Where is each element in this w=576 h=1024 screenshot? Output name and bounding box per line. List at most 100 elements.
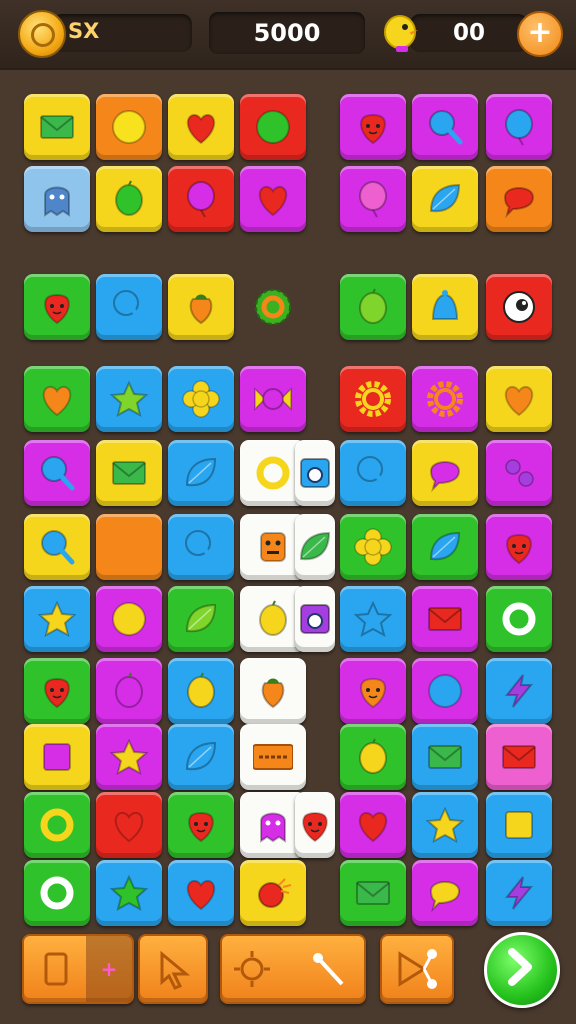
board-tile[interactable]: [168, 166, 234, 232]
board-tile[interactable]: [168, 514, 234, 580]
board-tile[interactable]: [96, 440, 162, 506]
board-tile[interactable]: [168, 658, 234, 724]
board-tile[interactable]: [96, 792, 162, 858]
lollipop-icon: [41, 456, 75, 491]
board-tile[interactable]: [486, 166, 552, 232]
bolt-icon: [504, 674, 534, 708]
chevron-right-icon: [508, 948, 532, 986]
board-tile[interactable]: [340, 724, 406, 790]
board-tile[interactable]: [412, 440, 478, 506]
heart-icon: [258, 185, 288, 217]
ghost-icon: [44, 186, 70, 217]
board-tile[interactable]: [240, 274, 306, 340]
board-tile[interactable]: [412, 166, 478, 232]
board-tile[interactable]: [340, 274, 406, 340]
board-tile[interactable]: [412, 366, 478, 432]
board-tile[interactable]: [486, 274, 552, 340]
board-tile[interactable]: [412, 860, 478, 926]
board-tile[interactable]: [412, 514, 478, 580]
board-tile[interactable]: [412, 586, 478, 652]
board-tile[interactable]: [486, 658, 552, 724]
lollipop-icon: [41, 530, 75, 565]
board-tile[interactable]: [24, 586, 90, 652]
board-tile[interactable]: [486, 724, 552, 790]
board-tile[interactable]: [486, 366, 552, 432]
board-tile[interactable]: [96, 724, 162, 790]
board-tile[interactable]: [240, 366, 306, 432]
board-tile[interactable]: [168, 440, 234, 506]
board-tile[interactable]: [240, 166, 306, 232]
board-tile[interactable]: [96, 658, 162, 724]
board-tile[interactable]: [240, 724, 306, 790]
board-tile[interactable]: [412, 724, 478, 790]
board-tile[interactable]: [24, 166, 90, 232]
sparkle-booster-button[interactable]: [220, 934, 366, 1004]
board-tile[interactable]: [168, 94, 234, 160]
ring-icon: [40, 808, 74, 842]
board-tile[interactable]: [340, 440, 406, 506]
leaf-icon: [429, 183, 461, 213]
board-tile[interactable]: [96, 514, 162, 580]
board-tile[interactable]: [24, 94, 90, 160]
coin-icon[interactable]: [18, 10, 66, 58]
board-tile[interactable]: [412, 792, 478, 858]
board-tile[interactable]: [24, 366, 90, 432]
board-tile[interactable]: [168, 860, 234, 926]
board-tile[interactable]: [24, 658, 90, 724]
leaf-icon: [299, 531, 331, 561]
board-tile[interactable]: [168, 792, 234, 858]
star-icon: [37, 600, 77, 637]
board-tile[interactable]: [340, 792, 406, 858]
cursor-booster-button[interactable]: [138, 934, 208, 1004]
envelope-icon: [40, 115, 74, 139]
board-tile[interactable]: [340, 860, 406, 926]
board-tile[interactable]: [168, 366, 234, 432]
board-tile[interactable]: [24, 440, 90, 506]
board-tile[interactable]: [24, 792, 90, 858]
board-tile[interactable]: [240, 860, 306, 926]
play-next-button[interactable]: [484, 932, 560, 1008]
board-tile[interactable]: [340, 514, 406, 580]
board-tile[interactable]: [168, 274, 234, 340]
board-tile[interactable]: [486, 94, 552, 160]
board-tile[interactable]: [486, 792, 552, 858]
add-lives-button[interactable]: +: [517, 11, 563, 57]
envelope-icon: [356, 881, 390, 905]
heart-icon: [186, 113, 216, 145]
board-tile[interactable]: [168, 724, 234, 790]
board-tile[interactable]: [486, 514, 552, 580]
board-tile[interactable]: [24, 514, 90, 580]
board-tile[interactable]: [24, 274, 90, 340]
board-tile[interactable]: [295, 792, 335, 858]
board-tile[interactable]: [340, 366, 406, 432]
board-tile[interactable]: [24, 724, 90, 790]
board-tile[interactable]: [240, 94, 306, 160]
board-tile[interactable]: [295, 440, 335, 506]
board-tile[interactable]: [96, 860, 162, 926]
board-tile[interactable]: [96, 166, 162, 232]
board-tile[interactable]: [96, 366, 162, 432]
board-tile[interactable]: [412, 274, 478, 340]
board-tile[interactable]: [96, 586, 162, 652]
board-tile[interactable]: [295, 514, 335, 580]
board-tile[interactable]: [412, 658, 478, 724]
board-tile[interactable]: [340, 166, 406, 232]
board-tile[interactable]: [486, 860, 552, 926]
board-tile[interactable]: [295, 586, 335, 652]
top-hud: SX 5000 00 +: [0, 0, 576, 70]
board-tile[interactable]: [24, 860, 90, 926]
board-tile[interactable]: [412, 94, 478, 160]
hammer-booster-button[interactable]: +: [22, 934, 134, 1004]
lime-icon: [115, 672, 143, 708]
share-booster-button[interactable]: [380, 934, 454, 1004]
board-tile[interactable]: [96, 274, 162, 340]
board-tile[interactable]: [340, 658, 406, 724]
board-tile[interactable]: [486, 440, 552, 506]
board-tile[interactable]: [96, 94, 162, 160]
camera-icon: [300, 458, 330, 488]
board-tile[interactable]: [168, 586, 234, 652]
board-tile[interactable]: [486, 586, 552, 652]
board-tile[interactable]: [340, 94, 406, 160]
board-tile[interactable]: [240, 658, 306, 724]
board-tile[interactable]: [340, 586, 406, 652]
